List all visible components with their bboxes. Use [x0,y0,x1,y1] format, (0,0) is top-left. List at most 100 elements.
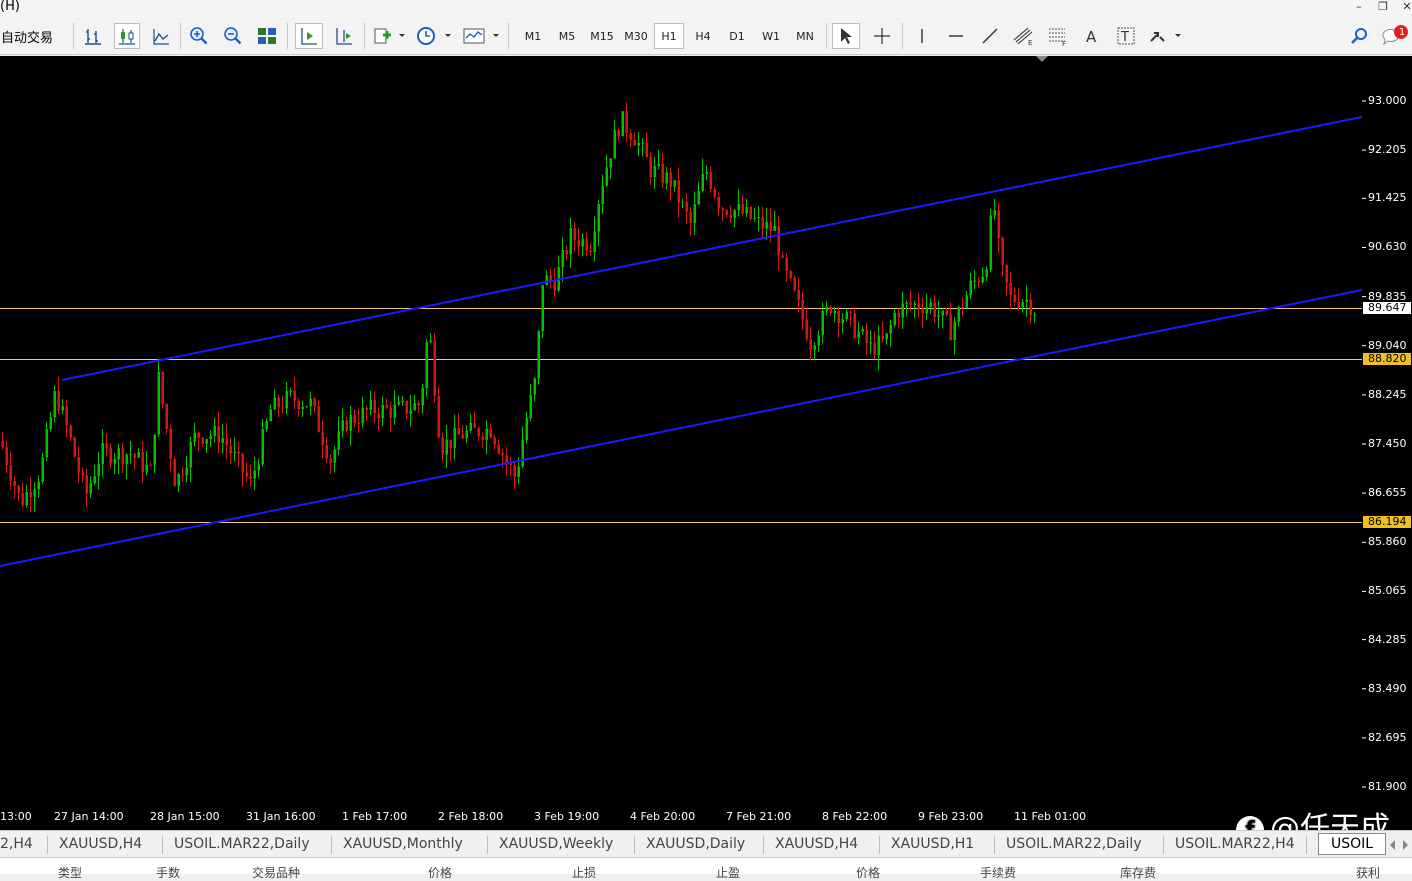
chart-tab[interactable]: XAUUSD,H4 [59,836,142,852]
candle-body [993,210,996,216]
arrows-icon [1150,32,1181,42]
candle-body [801,299,804,320]
candle-body [613,130,616,159]
candle-body [629,132,632,141]
timeframe-m15[interactable]: M15 [586,23,618,49]
timeframe-h4[interactable]: H4 [688,23,718,49]
chart-tab[interactable]: XAUUSD,Weekly [499,836,613,852]
candle-body [281,407,284,409]
candle-body [197,432,200,438]
toolbar: 自动交易 E F A T 1 M1 M5 M15 M30 H1 H4 D1 W1… [0,17,1412,55]
candle-body [469,422,472,431]
candle-body [737,204,740,211]
chart-tab[interactable]: XAUUSD,H4 [775,836,858,852]
trendline-button[interactable] [976,23,1004,49]
candle-body [997,210,1000,238]
line-chart-button[interactable] [148,23,174,49]
candle-body [573,228,576,241]
candle-body [649,157,652,177]
candle-body [909,302,912,305]
fibonacci-button[interactable]: F [1044,23,1072,49]
notifications-button[interactable]: 1 [1379,23,1411,49]
candle-body [65,406,68,426]
tab-scroll-arrows-icon[interactable] [1388,837,1412,853]
time-tick-label: 3 Feb 19:00 [534,810,600,823]
auto-scroll-button[interactable] [295,23,323,49]
chart-tab[interactable]: XAUUSD,H1 [891,836,974,852]
time-tick-label: 1 Feb 17:00 [342,810,408,823]
vertical-line-icon [921,29,923,43]
bar-chart-button[interactable] [80,23,106,49]
zoom-in-button[interactable] [186,23,212,49]
timeframe-m1[interactable]: M1 [518,23,548,49]
candle-body [929,302,932,308]
timeframe-w1[interactable]: W1 [756,23,786,49]
candle-body [133,454,136,458]
candlestick-button[interactable] [114,23,140,49]
candle-body [905,302,908,304]
templates-button[interactable] [460,23,502,49]
auto-trade-button[interactable]: 自动交易 [1,27,53,46]
chart-tab[interactable]: USOIL [1318,833,1387,855]
chart-tab[interactable]: 2,H4 [0,836,33,852]
clock-icon [417,27,451,45]
candle-body [325,445,328,459]
level-price-label: 88.820 [1363,353,1411,366]
candle-body [749,207,752,219]
chart-tab[interactable]: XAUUSD,Daily [646,836,745,852]
candle-body [177,474,180,486]
candle-body [961,306,964,309]
timeframe-m5[interactable]: M5 [552,23,582,49]
crosshair-button[interactable] [868,23,896,49]
candle-body [813,345,816,350]
candle-body [437,396,440,438]
tab-separator [47,836,48,854]
candle-body [293,390,296,401]
tile-windows-icon [258,28,276,44]
candle-body [809,339,812,350]
cursor-button[interactable] [832,23,860,49]
timeframe-m30[interactable]: M30 [620,23,652,49]
tile-windows-button[interactable] [254,23,280,49]
candle-body [57,390,60,411]
restore-icon[interactable]: ❐ [1372,0,1394,16]
toolbar-separator [826,23,827,49]
equidistant-channel-button[interactable]: E [1010,23,1038,49]
search-button[interactable] [1345,23,1373,49]
minimize-icon[interactable]: – [1348,0,1370,16]
candle-body [949,314,952,341]
candle-body [789,271,792,278]
chart-tab[interactable]: USOIL.MAR22,Daily [1006,836,1142,852]
chart-tab[interactable]: XAUUSD,Monthly [343,836,463,852]
periods-button[interactable] [414,23,454,49]
chart-tab[interactable]: USOIL.MAR22,Daily [174,836,310,852]
vertical-line-button[interactable] [908,23,936,49]
timeframe-h1[interactable]: H1 [654,23,684,49]
candle-body [381,404,384,419]
text-label-button[interactable]: T [1112,23,1140,49]
help-menu[interactable]: (H) [0,0,20,14]
candle-body [745,207,748,214]
close-icon[interactable]: ✕ [1396,0,1412,16]
price-chart[interactable] [0,56,1362,805]
timeframe-mn[interactable]: MN [790,23,820,49]
chart-shift-button[interactable] [330,23,358,49]
candle-body [109,447,112,464]
timeframe-d1[interactable]: D1 [722,23,752,49]
candle-body [621,111,624,137]
chart-tab[interactable]: USOIL.MAR22,H4 [1175,836,1295,852]
toolbar-separator [73,23,74,49]
candle-body [105,443,108,448]
horizontal-line-button[interactable] [942,23,970,49]
toolbar-separator [180,23,181,49]
candle-body [765,221,768,229]
arrows-button[interactable] [1146,23,1186,49]
candle-body [317,406,320,433]
price-tick-label: 88.245 [1368,387,1407,401]
indicators-button[interactable] [370,23,408,49]
channel-icon: E [1013,27,1032,46]
zoom-out-button[interactable] [220,23,246,49]
toolbar-separator [364,23,365,49]
text-button[interactable]: A [1078,23,1106,49]
candle-body [245,472,248,477]
